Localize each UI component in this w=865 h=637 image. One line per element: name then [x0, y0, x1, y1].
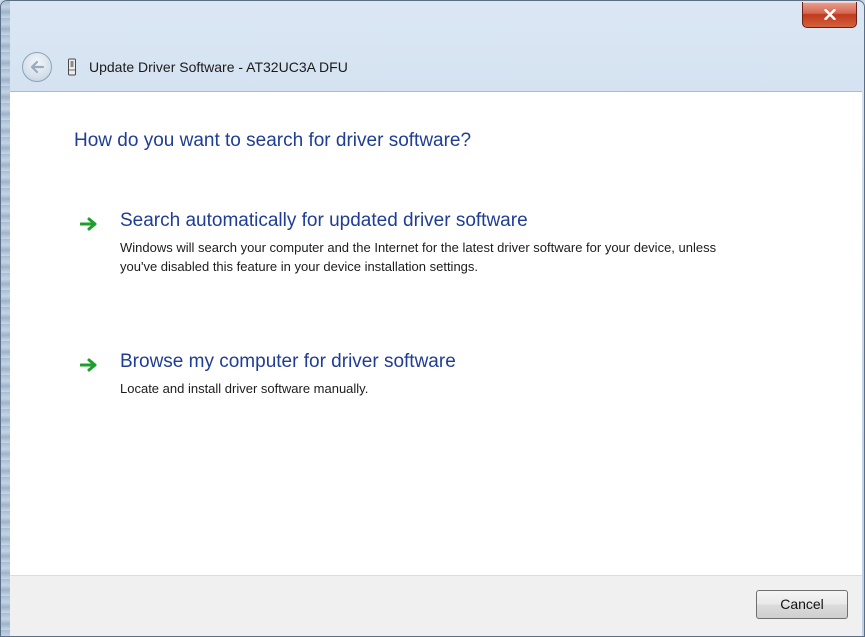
content-panel: How do you want to search for driver sof… — [10, 91, 862, 576]
usb-device-icon — [68, 58, 76, 76]
cancel-button[interactable]: Cancel — [756, 590, 848, 619]
green-arrow-icon — [80, 358, 97, 372]
close-icon — [823, 9, 836, 20]
page-heading: How do you want to search for driver sof… — [74, 130, 472, 151]
option-description: Windows will search your computer and th… — [120, 240, 717, 274]
close-button[interactable] — [802, 2, 857, 28]
back-button[interactable] — [22, 52, 52, 82]
option-description: Locate and install driver software manua… — [120, 381, 369, 396]
option-title[interactable]: Search automatically for updated driver … — [120, 210, 528, 232]
back-arrow-icon — [30, 60, 45, 74]
window-title: Update Driver Software - AT32UC3A DFU — [89, 59, 348, 75]
button-bar: Cancel — [10, 575, 862, 636]
update-driver-window: Update Driver Software - AT32UC3A DFU Ho… — [0, 0, 865, 637]
green-arrow-icon — [80, 217, 97, 231]
option-title[interactable]: Browse my computer for driver software — [120, 351, 456, 373]
